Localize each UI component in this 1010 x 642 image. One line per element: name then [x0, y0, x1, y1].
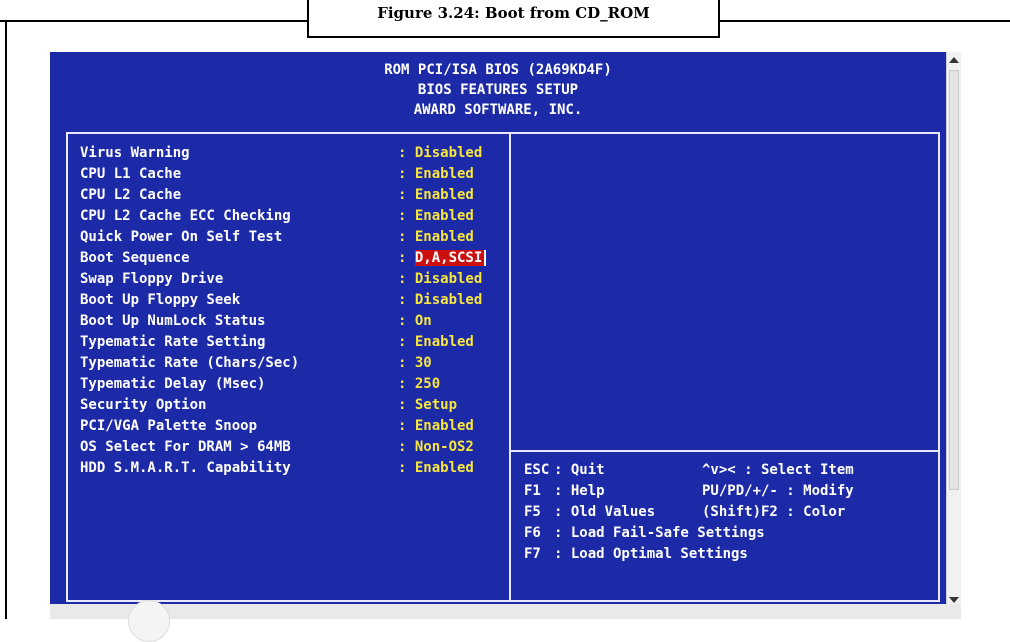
setting-label: Virus Warning [80, 145, 190, 161]
setting-value: : Disabled [398, 292, 483, 308]
help-key: F7 [524, 546, 541, 562]
setting-label: CPU L1 Cache [80, 166, 182, 182]
bios-screen: ROM PCI/ISA BIOS (2A69KD4F) BIOS FEATURE… [50, 52, 961, 608]
help-hint: (Shift)F2 : Color [702, 504, 846, 520]
help-key: ESC [524, 462, 550, 478]
setting-value: : On [398, 313, 432, 329]
setting-value: : Enabled [398, 418, 474, 434]
setting-label: Typematic Rate (Chars/Sec) [80, 355, 300, 371]
setting-label: Boot Up NumLock Status [80, 313, 266, 329]
setting-cpu-l2-ecc[interactable]: CPU L2 Cache ECC Checking : Enabled [80, 208, 474, 228]
setting-boot-floppy-seek[interactable]: Boot Up Floppy Seek : Disabled [80, 292, 482, 312]
help-desc: : Load Fail-Safe Settings [554, 525, 765, 541]
setting-quick-power-on[interactable]: Quick Power On Self Test : Enabled [80, 229, 474, 249]
help-desc: : Help [554, 483, 605, 499]
setting-os-select-dram[interactable]: OS Select For DRAM > 64MB : Non-OS2 [80, 439, 474, 459]
setting-label: Boot Sequence [80, 250, 190, 266]
figure-frame-top-left [0, 20, 307, 22]
setting-value: : Enabled [398, 229, 474, 245]
setting-value: : Setup [398, 397, 458, 413]
help-key: F1 [524, 483, 541, 499]
bios-title: ROM PCI/ISA BIOS (2A69KD4F) [384, 62, 612, 78]
setting-label: CPU L2 Cache ECC Checking [80, 208, 291, 224]
help-hint: PU/PD/+/- : Modify [702, 483, 854, 499]
setting-typematic-rate[interactable]: Typematic Rate (Chars/Sec) : 30 [80, 355, 432, 375]
help-row-f5: F5 : Old Values (Shift)F2 : Color [524, 504, 845, 524]
setting-value: : Enabled [398, 208, 474, 224]
setting-value: : Disabled [398, 271, 483, 287]
help-row-esc: ESC : Quit ^v>< : Select Item [524, 462, 854, 482]
setting-value: : 250 [398, 376, 441, 392]
setting-swap-floppy[interactable]: Swap Floppy Drive : Disabled [80, 271, 482, 291]
help-row-f6: F6 : Load Fail-Safe Settings [524, 525, 765, 545]
help-row-f1: F1 : Help PU/PD/+/- : Modify [524, 483, 854, 503]
setting-value: : Enabled [398, 187, 474, 203]
selected-setting-value[interactable]: D,A,SCSI [414, 250, 485, 266]
help-desc: : Quit [554, 462, 605, 478]
setting-label: Typematic Rate Setting [80, 334, 266, 350]
setting-label: HDD S.M.A.R.T. Capability [80, 460, 291, 476]
setting-cpu-l2-cache[interactable]: CPU L2 Cache : Enabled [80, 187, 474, 207]
setting-label: Security Option [80, 397, 207, 413]
figure-frame-top-right [720, 20, 1010, 22]
help-key: F6 [524, 525, 541, 541]
setting-value: : Disabled [398, 145, 483, 161]
setting-virus-warning[interactable]: Virus Warning : Disabled [80, 145, 482, 165]
setting-value: : Enabled [398, 166, 474, 182]
setting-numlock-status[interactable]: Boot Up NumLock Status : On [80, 313, 432, 333]
setting-value-prefix: : [398, 250, 415, 266]
cd-disc-icon [128, 600, 170, 642]
vertical-scrollbar[interactable] [946, 52, 961, 608]
setting-cpu-l1-cache[interactable]: CPU L1 Cache : Enabled [80, 166, 474, 186]
setting-label: Boot Up Floppy Seek [80, 292, 241, 308]
triangle-down-icon[interactable] [949, 597, 959, 603]
help-desc: : Old Values [554, 504, 656, 520]
setting-label: CPU L2 Cache [80, 187, 182, 203]
setting-label: PCI/VGA Palette Snoop [80, 418, 258, 434]
help-hint: ^v>< : Select Item [702, 462, 854, 478]
help-desc: : Load Optimal Settings [554, 546, 748, 562]
setting-value: : Non-OS2 [398, 439, 474, 455]
setting-value-wrapper: : D,A,SCSI [398, 250, 487, 266]
setting-value: : 30 [398, 355, 432, 371]
bios-subtitle: BIOS FEATURES SETUP [417, 82, 579, 98]
setting-value: : Enabled [398, 334, 474, 350]
help-row-f7: F7 : Load Optimal Settings [524, 546, 748, 566]
setting-boot-sequence[interactable]: Boot Sequence : D,A,SCSI [80, 250, 487, 270]
bios-vendor: AWARD SOFTWARE, INC. [413, 102, 583, 118]
text-cursor [484, 250, 487, 266]
setting-typematic-rate-setting[interactable]: Typematic Rate Setting : Enabled [80, 334, 474, 354]
triangle-up-icon[interactable] [949, 57, 959, 63]
figure-frame-left [5, 20, 7, 619]
setting-label: Swap Floppy Drive [80, 271, 224, 287]
screen-bottom-strip [50, 604, 961, 619]
scrollbar-thumb[interactable] [949, 70, 959, 490]
setting-label: Quick Power On Self Test [80, 229, 283, 245]
setting-pci-vga-snoop[interactable]: PCI/VGA Palette Snoop : Enabled [80, 418, 474, 438]
setting-value: : Enabled [398, 460, 474, 476]
setting-hdd-smart[interactable]: HDD S.M.A.R.T. Capability : Enabled [80, 460, 474, 480]
setting-typematic-delay[interactable]: Typematic Delay (Msec) : 250 [80, 376, 440, 396]
setting-label: Typematic Delay (Msec) [80, 376, 266, 392]
figure-caption: Figure 3.24: Boot from CD_ROM [307, 0, 720, 38]
help-key: F5 [524, 504, 541, 520]
setting-label: OS Select For DRAM > 64MB [80, 439, 291, 455]
setting-security-option[interactable]: Security Option : Setup [80, 397, 457, 417]
